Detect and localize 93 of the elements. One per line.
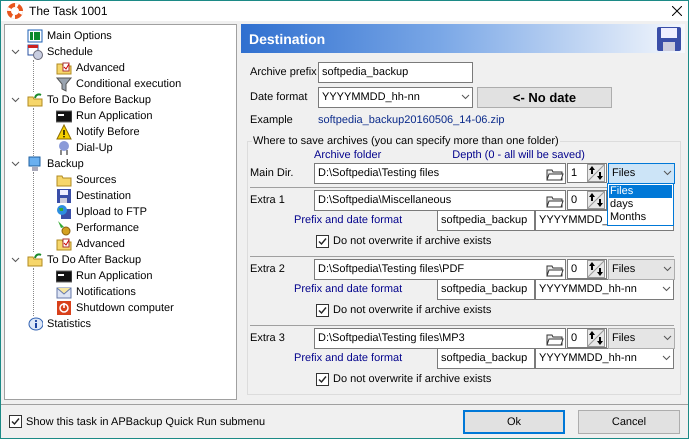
tree-item[interactable]: Run Application [76, 110, 152, 122]
checkbox[interactable] [9, 415, 22, 428]
folder-arrow-icon [27, 92, 43, 108]
archive-prefix-field[interactable]: softpedia_backup [318, 62, 473, 83]
chevron-down-icon [662, 286, 671, 292]
folder-path-field[interactable]: D:\Softpedia\Testing files\MP3 [314, 328, 566, 349]
depth-spinner[interactable]: 0 [567, 328, 607, 348]
folder-path-field[interactable]: D:\Softpedia\Testing files\PDF [314, 258, 566, 280]
spin-arrows-icon[interactable] [587, 260, 605, 278]
folder-path-field[interactable]: D:\Softpedia\Testing files [314, 162, 566, 184]
checkbox[interactable] [316, 304, 329, 317]
dialog-button[interactable]: Ok [463, 410, 565, 434]
folder-label: Extra 3 [250, 332, 286, 344]
checkbox-label: Do not overwrite if archive exists [333, 304, 492, 316]
chevron-down-icon [461, 94, 470, 100]
tree-item[interactable]: Performance [76, 222, 139, 234]
depth-spinner[interactable]: 0 [567, 259, 607, 280]
checkbox-label: Show this task in APBackup Quick Run submenu [26, 416, 266, 428]
expand-chevron-icon [11, 161, 20, 168]
column-header: Archive folder [314, 149, 382, 162]
expand-chevron-icon [11, 97, 20, 104]
tree-item[interactable]: Destination [76, 190, 132, 202]
spin-arrows-icon[interactable] [587, 164, 605, 182]
window-title: The Task 1001 [29, 4, 108, 18]
chevron-down-icon [663, 335, 672, 342]
tree-item[interactable]: Advanced [76, 238, 125, 250]
globe-disk-icon [56, 204, 72, 220]
checkbox-label: Do not overwrite if archive exists [333, 235, 492, 248]
expand-chevron-icon [11, 49, 20, 56]
spin-arrows-icon[interactable] [587, 329, 605, 348]
field-label: Date format [250, 91, 308, 104]
column-header: Depth (0 - all will be saved) [452, 149, 585, 162]
checkbox[interactable] [316, 372, 329, 386]
date-format-dropdown[interactable]: YYYYMMDD_hh-nn [318, 86, 473, 108]
tree-item[interactable]: Advanced [76, 62, 125, 74]
chevron-down-icon [663, 170, 672, 176]
folder-path-field[interactable]: D:\Softpedia\Miscellaneous [314, 190, 566, 211]
expand-chevron-icon [11, 257, 20, 264]
tree-item[interactable]: Conditional execution [76, 78, 182, 90]
tree-item[interactable]: Sources [76, 174, 116, 186]
prefix-field[interactable]: softpedia_backup [437, 210, 535, 231]
tree-item[interactable]: Schedule [47, 46, 93, 58]
info-icon [27, 316, 43, 332]
tree-item[interactable]: To Do Before Backup [47, 94, 151, 106]
calendar-clock-icon [27, 44, 43, 60]
tree-item[interactable]: Dial-Up [76, 142, 113, 154]
section-title: Destination [249, 30, 326, 47]
spin-arrows-icon[interactable] [587, 191, 605, 210]
terminal-icon [56, 268, 72, 284]
prefix-label: Prefix and date format [294, 283, 402, 296]
tree-item[interactable]: Main Options [47, 30, 112, 42]
prefix-field[interactable]: softpedia_backup [437, 278, 535, 300]
folder-checklist-icon [56, 60, 72, 76]
computer-icon [27, 156, 43, 172]
tree-item[interactable]: Backup [47, 158, 84, 170]
close-icon[interactable] [672, 6, 682, 16]
folder-label: Extra 1 [250, 194, 286, 206]
folder-arrow-icon [27, 252, 43, 268]
folder-label: Extra 2 [250, 263, 286, 276]
tree-item[interactable]: Shutdown computer [76, 302, 174, 314]
field-label: Archive prefix [250, 66, 318, 78]
checkbox[interactable] [316, 234, 329, 248]
depth-spinner[interactable]: 0 [567, 190, 607, 210]
tree-item[interactable]: Statistics [47, 318, 92, 330]
filter-icon [56, 76, 72, 92]
plug-icon [56, 140, 72, 156]
depth-spinner[interactable]: 1 [567, 163, 607, 184]
prefix-label: Prefix and date format [294, 352, 402, 364]
dropdown-option[interactable]: Files [609, 184, 672, 198]
group-title: Where to save archives (you can specify more than one folder) [252, 135, 560, 148]
prefix-label: Prefix and date format [294, 214, 402, 226]
no-date-button[interactable]: <- No date [477, 86, 612, 108]
folder-label: Main Dir. [250, 167, 294, 180]
chevron-down-icon [662, 355, 671, 362]
tree-item[interactable]: To Do After Backup [47, 254, 142, 266]
example-text: softpedia_backup20160506_14-06.zip [318, 114, 505, 126]
unit-dropdown[interactable]: Files [608, 258, 675, 280]
tree-item[interactable]: Run Application [76, 270, 152, 282]
terminal-icon [56, 108, 72, 124]
unit-dropdown[interactable]: Files [608, 162, 675, 184]
power-icon [56, 300, 72, 316]
folder-checklist-icon [56, 236, 72, 252]
checkbox-label: Do not overwrite if archive exists [333, 373, 492, 386]
prefix-field[interactable]: softpedia_backup [437, 348, 535, 369]
tree-item[interactable]: Notifications [76, 286, 136, 298]
dialog-button[interactable]: Cancel [578, 410, 680, 434]
tree-item[interactable]: Notify Before [76, 126, 140, 138]
unit-dropdown[interactable]: Files [608, 328, 675, 349]
chevron-down-icon [663, 266, 672, 272]
tree-item[interactable]: Upload to FTP [76, 206, 147, 218]
field-label: Example [250, 114, 294, 126]
dropdown-option[interactable]: days [609, 198, 672, 211]
warning-icon [56, 124, 72, 140]
